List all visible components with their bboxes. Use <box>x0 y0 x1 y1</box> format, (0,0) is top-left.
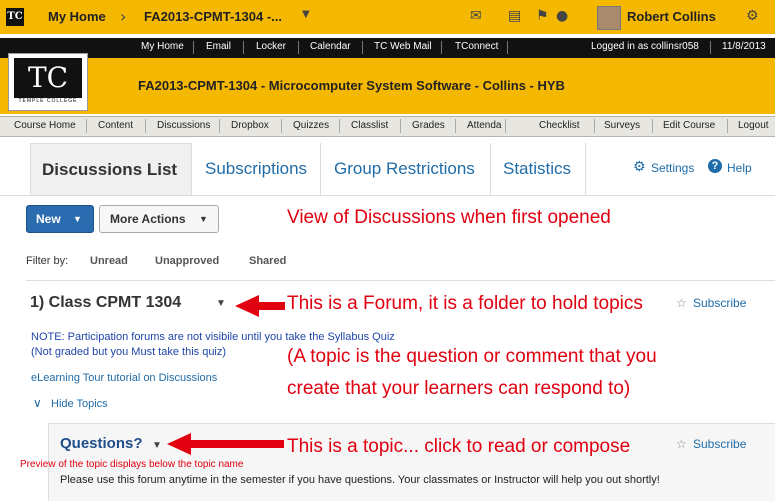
nav-logout[interactable]: Logout <box>738 120 769 131</box>
star-icon[interactable]: ☆ <box>676 296 687 310</box>
nav-dropbox[interactable]: Dropbox <box>231 120 269 131</box>
help-link[interactable]: Help <box>727 161 752 175</box>
annotation-view: View of Discussions when first opened <box>287 207 611 228</box>
quick-links-bar: My Home Email Locker Calendar TC Web Mai… <box>0 38 775 58</box>
forum-title[interactable]: 1) Class CPMT 1304 <box>30 294 181 312</box>
help-icon[interactable]: ? <box>708 159 722 173</box>
user-name[interactable]: Robert Collins <box>627 9 716 24</box>
more-actions-button[interactable]: More Actions ▼ <box>99 205 219 233</box>
annotation-topic-def-1: (A topic is the question or comment that… <box>287 346 657 367</box>
tab-label: Subscriptions <box>205 159 308 178</box>
annotation-preview: Preview of the topic displays below the … <box>20 459 244 470</box>
forum-subscribe-link[interactable]: Subscribe <box>693 296 746 310</box>
gear-icon[interactable]: ⚙ <box>746 8 759 24</box>
filter-unread[interactable]: Unread <box>90 255 128 267</box>
chevron-down-icon: ▼ <box>73 214 82 224</box>
annotation-arrow-forum <box>235 295 285 317</box>
new-button[interactable]: New ▼ <box>26 205 94 233</box>
settings-link[interactable]: Settings <box>651 161 694 175</box>
annotation-arrow-topic <box>167 433 284 455</box>
nav-edit-course[interactable]: Edit Course <box>663 120 715 131</box>
strip-link-locker[interactable]: Locker <box>256 41 286 52</box>
course-title: FA2013-CPMT-1304 - Microcomputer System … <box>138 78 565 93</box>
topic-preview: Please use this forum anytime in the sem… <box>60 474 660 486</box>
star-icon[interactable]: ☆ <box>676 437 687 451</box>
annotation-topic-def-2: create that your learners can respond to… <box>287 378 631 399</box>
nav-content[interactable]: Content <box>98 120 133 131</box>
filter-label: Filter by: <box>26 255 69 267</box>
strip-link-my-home[interactable]: My Home <box>141 41 184 52</box>
update-alerts-icon[interactable]: ▤ <box>508 8 521 24</box>
tab-label: Group Restrictions <box>334 159 475 178</box>
annotation-forum: This is a Forum, it is a folder to hold … <box>287 293 643 314</box>
logo-mark: TC <box>14 58 82 98</box>
nav-surveys[interactable]: Surveys <box>604 120 640 131</box>
top-bar: TC My Home › FA2013-CPMT-1304 -... ▼ ✉ ▤… <box>0 0 775 34</box>
filter-unapproved[interactable]: Unapproved <box>155 255 219 267</box>
strip-link-tc-web-mail[interactable]: TC Web Mail <box>374 41 432 52</box>
logged-in-text: Logged in as collinsr058 <box>591 41 699 52</box>
nav-quizzes[interactable]: Quizzes <box>293 120 329 131</box>
chevron-down-icon: ▼ <box>199 214 208 224</box>
temple-college-logo[interactable]: TC TEMPLE COLLEGE <box>8 53 88 111</box>
topic-subscribe-link[interactable]: Subscribe <box>693 437 746 451</box>
nav-grades[interactable]: Grades <box>412 120 445 131</box>
message-alerts-icon[interactable]: ✉ <box>470 8 482 24</box>
tab-discussions-list[interactable]: Discussions List <box>30 143 192 196</box>
hide-topics-link[interactable]: Hide Topics <box>51 398 108 410</box>
chevron-down-icon[interactable]: ▼ <box>302 9 310 20</box>
course-selector[interactable]: FA2013-CPMT-1304 -... <box>144 9 282 24</box>
annotation-topic: This is a topic... click to read or comp… <box>287 436 631 457</box>
my-home-link[interactable]: My Home <box>48 9 106 24</box>
tc-logo-icon[interactable]: TC <box>6 8 24 26</box>
settings-gear-icon[interactable]: ⚙ <box>633 159 646 175</box>
topic-title[interactable]: Questions? <box>60 435 143 452</box>
tab-label: Statistics <box>503 159 572 178</box>
forum-note-1[interactable]: NOTE: Participation forums are not visib… <box>31 331 395 343</box>
subscription-alerts-icon[interactable]: ⚑ <box>536 8 549 24</box>
more-actions-label: More Actions <box>110 212 186 226</box>
nav-checklist[interactable]: Checklist <box>539 120 580 131</box>
strip-link-email[interactable]: Email <box>206 41 231 52</box>
strip-link-calendar[interactable]: Calendar <box>310 41 351 52</box>
forum-menu-chevron-icon[interactable]: ▼ <box>216 298 226 309</box>
logo-subtitle: TEMPLE COLLEGE <box>18 98 78 104</box>
nav-attendance[interactable]: Attenda <box>467 120 501 131</box>
strip-link-tconnect[interactable]: TConnect <box>455 41 498 52</box>
forum-note-2[interactable]: (Not graded but you Must take this quiz) <box>31 346 226 358</box>
tab-label: Discussions List <box>42 160 178 179</box>
date-text: 11/8/2013 <box>722 41 766 52</box>
elearning-tour-link[interactable]: eLearning Tour tutorial on Discussions <box>31 372 217 384</box>
topic-menu-chevron-icon[interactable]: ▼ <box>152 440 162 451</box>
course-navbar: Course Home Content Discussions Dropbox … <box>0 116 775 137</box>
chat-icon[interactable]: ● <box>556 8 568 24</box>
nav-course-home[interactable]: Course Home <box>14 120 76 131</box>
nav-classlist[interactable]: Classlist <box>351 120 388 131</box>
filter-shared[interactable]: Shared <box>249 255 286 267</box>
chevron-right-icon: › <box>120 7 127 26</box>
chevron-up-icon[interactable]: ∨ <box>33 396 42 410</box>
new-button-label: New <box>36 212 61 226</box>
avatar[interactable] <box>597 6 621 30</box>
nav-discussions[interactable]: Discussions <box>157 120 210 131</box>
